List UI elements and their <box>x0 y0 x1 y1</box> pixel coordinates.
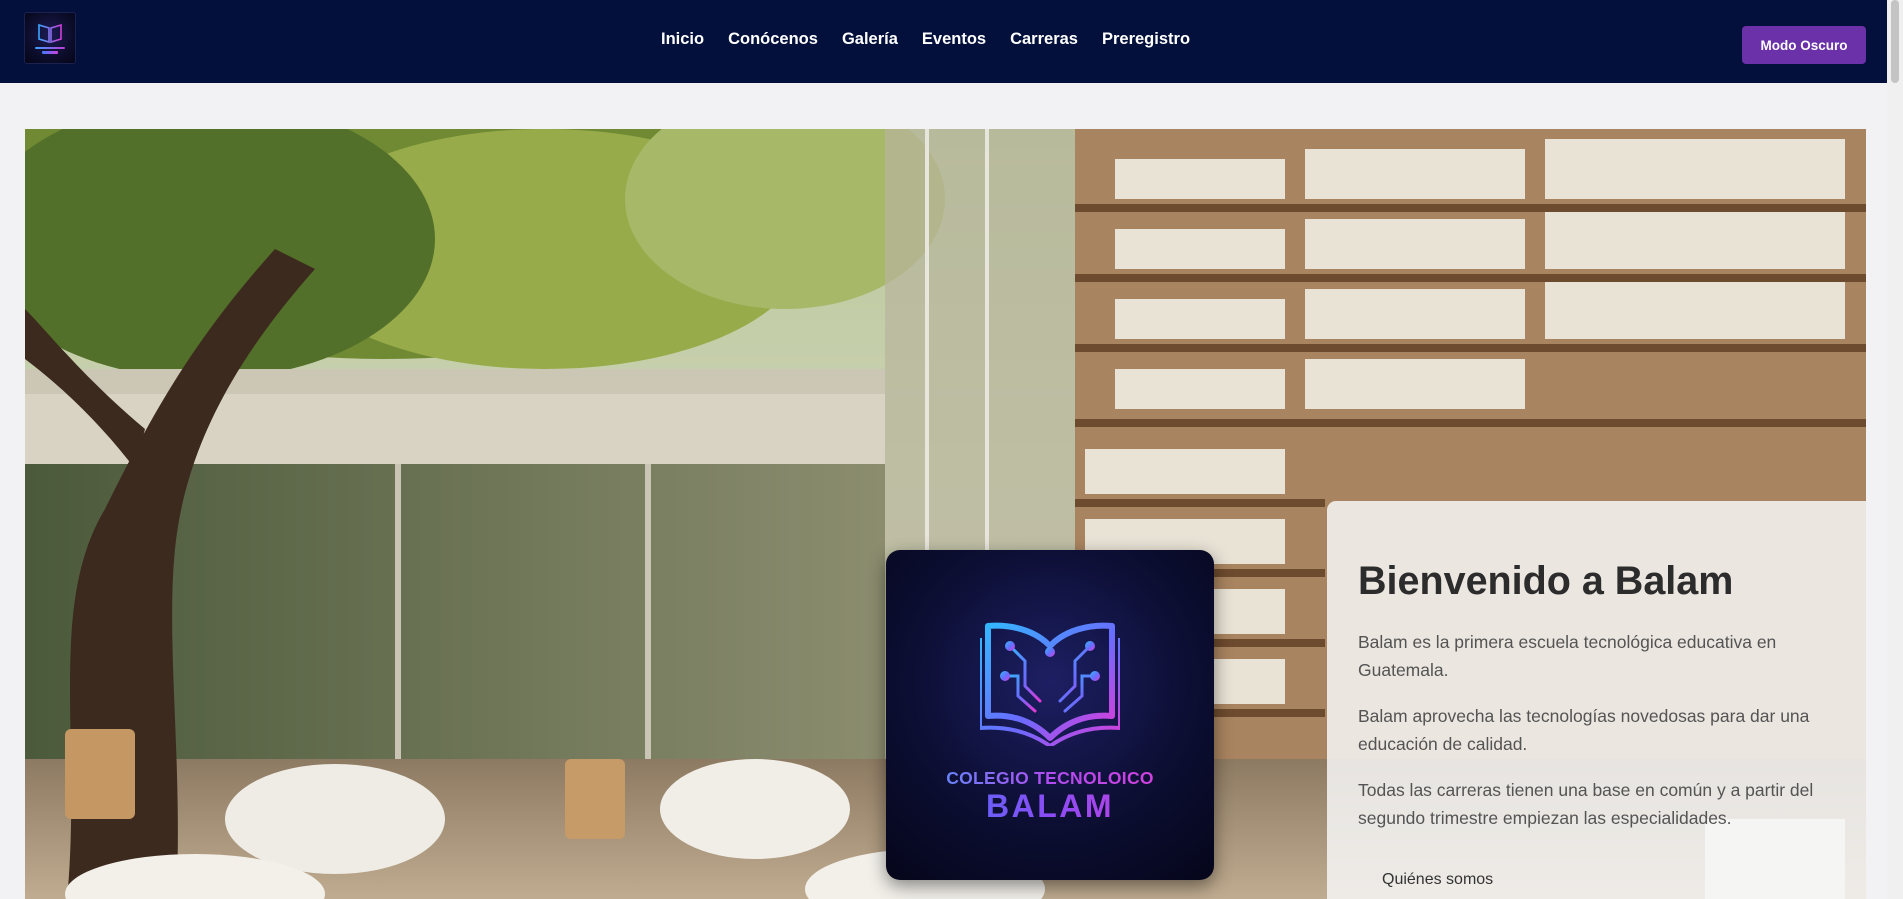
about-us-button[interactable]: Quiénes somos <box>1358 862 1517 898</box>
nav-link-conocenos[interactable]: Conócenos <box>728 30 818 49</box>
welcome-paragraph: Balam aprovecha las tecnologías novedosa… <box>1358 706 1810 755</box>
scrollbar-thumb[interactable] <box>1891 0 1899 83</box>
nav-link-inicio[interactable]: Inicio <box>661 30 704 49</box>
welcome-title: Bienvenido a Balam <box>1358 559 1734 603</box>
page-scrollbar[interactable] <box>1887 0 1903 899</box>
hero-section: COLEGIO TECNOLOICO BALAM Bienvenido a Ba… <box>25 129 1866 899</box>
logo-school-name: COLEGIO TECNOLOICO <box>886 768 1214 789</box>
school-logo-card: COLEGIO TECNOLOICO BALAM <box>886 550 1214 880</box>
main-nav: Inicio Conócenos Galería Eventos Carrera… <box>661 30 1190 49</box>
navbar: Inicio Conócenos Galería Eventos Carrera… <box>0 0 1903 83</box>
nav-link-carreras[interactable]: Carreras <box>1010 30 1078 49</box>
dark-mode-button[interactable]: Modo Oscuro <box>1742 26 1866 64</box>
welcome-panel: Bienvenido a Balam Balam es la primera e… <box>1327 501 1866 899</box>
welcome-paragraph: Balam es la primera escuela tecnológica … <box>1358 632 1777 681</box>
nav-link-galeria[interactable]: Galería <box>842 30 898 49</box>
book-logo-icon <box>38 23 62 44</box>
logo-brand-name: BALAM <box>886 788 1214 825</box>
site-logo[interactable] <box>24 12 76 64</box>
logo-text-mark <box>42 51 58 54</box>
nav-link-preregistro[interactable]: Preregistro <box>1102 30 1190 49</box>
open-book-circuit-icon <box>980 622 1120 746</box>
nav-link-eventos[interactable]: Eventos <box>922 30 986 49</box>
welcome-paragraph: Todas las carreras tienen una base en co… <box>1358 780 1814 829</box>
logo-text-mark <box>35 47 65 49</box>
